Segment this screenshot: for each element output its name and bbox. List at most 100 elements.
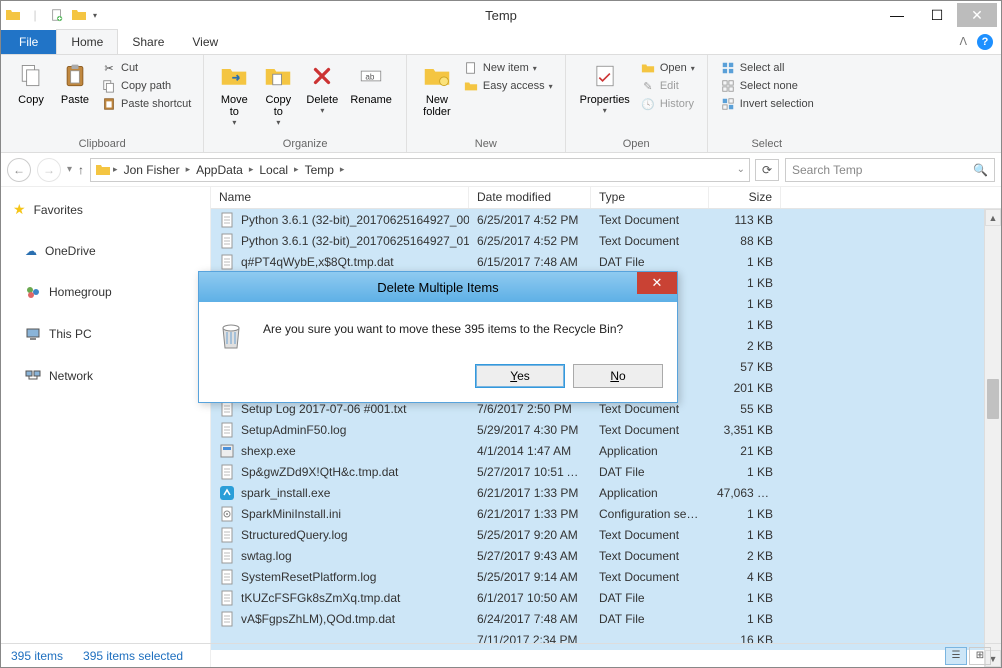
history-button: 🕓History [640, 96, 695, 112]
window-title: Temp [1, 8, 1001, 23]
invert-selection-icon [720, 96, 736, 112]
maximize-button[interactable]: ☐ [917, 3, 957, 27]
file-type: Text Document [591, 232, 709, 250]
qat-new-file-icon[interactable] [49, 7, 65, 23]
easy-access-icon [463, 78, 479, 94]
select-all-button[interactable]: Select all [720, 60, 814, 76]
table-row[interactable]: shexp.exe4/1/2014 1:47 AMApplication21 K… [211, 440, 1001, 461]
dialog-close-button[interactable]: ✕ [637, 272, 677, 294]
table-row[interactable]: Python 3.6.1 (32-bit)_20170625164927_01.… [211, 230, 1001, 251]
file-name: SparkMiniInstall.ini [241, 507, 341, 521]
file-name: SystemResetPlatform.log [241, 570, 376, 584]
scrollbar[interactable]: ▲ ▼ [984, 209, 1001, 667]
icons-view-button[interactable]: ⊞ [969, 647, 991, 665]
new-folder-button[interactable]: New folder [415, 58, 459, 136]
tab-view[interactable]: View [178, 30, 232, 54]
nav-this-pc[interactable]: This PC [1, 320, 210, 348]
recycle-bin-icon [213, 318, 249, 354]
paste-shortcut-button[interactable]: Paste shortcut [101, 96, 191, 112]
nav-favorites[interactable]: ★Favorites [1, 195, 210, 224]
column-name[interactable]: Name [211, 187, 469, 208]
back-button[interactable]: ← [7, 158, 31, 182]
table-row[interactable]: Sp&gwZDd9X!QtH&c.tmp.dat5/27/2017 10:51 … [211, 461, 1001, 482]
qat-folder-icon[interactable] [71, 7, 87, 23]
file-type [591, 638, 709, 642]
breadcrumb-dropdown-icon[interactable]: ⌄ [737, 164, 745, 175]
file-size: 88 KB [709, 232, 781, 250]
file-name: tKUZcFSFGk8sZmXq.tmp.dat [241, 591, 400, 605]
table-row[interactable]: SystemResetPlatform.log5/25/2017 9:14 AM… [211, 566, 1001, 587]
rename-button[interactable]: abRename [344, 58, 398, 136]
breadcrumb[interactable]: ▸ Jon Fisher▸ AppData▸ Local▸ Temp▸ ⌄ [90, 158, 750, 182]
breadcrumb-seg[interactable]: AppData [192, 163, 247, 177]
refresh-button[interactable]: ⟳ [755, 159, 779, 181]
column-date[interactable]: Date modified [469, 187, 591, 208]
minimize-button[interactable]: — [877, 3, 917, 27]
new-item-button[interactable]: New item ▾ [463, 60, 553, 76]
table-row[interactable]: StructuredQuery.log5/25/2017 9:20 AMText… [211, 524, 1001, 545]
recent-locations-icon[interactable]: ▾ [67, 164, 72, 175]
file-name: shexp.exe [241, 444, 296, 458]
file-size: 1 KB [709, 589, 781, 607]
delete-button[interactable]: Delete▾ [300, 58, 344, 136]
breadcrumb-seg[interactable]: Local [255, 163, 292, 177]
copy-button[interactable]: Copy [9, 58, 53, 136]
search-input[interactable]: Search Temp 🔍 [785, 158, 995, 182]
paste-button[interactable]: Paste [53, 58, 97, 136]
nav-onedrive[interactable]: ☁OneDrive [1, 238, 210, 264]
table-row[interactable]: q#PT4qWybE,x$8Qt.tmp.dat6/15/2017 7:48 A… [211, 251, 1001, 272]
dialog-yes-button[interactable]: Yes [475, 364, 565, 388]
column-size[interactable]: Size [709, 187, 781, 208]
move-to-button[interactable]: Move to▾ [212, 58, 256, 136]
scroll-thumb[interactable] [987, 379, 999, 419]
select-none-button[interactable]: Select none [720, 78, 814, 94]
dialog-title-bar[interactable]: Delete Multiple Items ✕ [199, 272, 677, 302]
nav-network[interactable]: Network [1, 362, 210, 390]
file-type: DAT File [591, 253, 709, 271]
breadcrumb-seg[interactable]: Temp [301, 163, 338, 177]
file-type: Text Document [591, 211, 709, 229]
file-date: 6/21/2017 1:33 PM [469, 505, 591, 523]
table-row[interactable]: SparkMiniInstall.ini6/21/2017 1:33 PMCon… [211, 503, 1001, 524]
file-icon [219, 527, 235, 543]
table-row[interactable]: swtag.log5/27/2017 9:43 AMText Document2… [211, 545, 1001, 566]
file-icon [219, 548, 235, 564]
details-view-button[interactable]: ☰ [945, 647, 967, 665]
cut-button[interactable]: ✂Cut [101, 60, 191, 76]
properties-icon [589, 60, 621, 92]
qat-dropdown-icon[interactable]: ▾ [93, 11, 97, 20]
homegroup-icon [25, 284, 41, 300]
up-button[interactable]: ↑ [78, 163, 84, 177]
open-button[interactable]: Open ▾ [640, 60, 695, 76]
file-name: spark_install.exe [241, 486, 330, 500]
folder-app-icon [5, 7, 21, 23]
column-type[interactable]: Type [591, 187, 709, 208]
dialog-no-button[interactable]: No [573, 364, 663, 388]
file-date: 6/15/2017 7:48 AM [469, 253, 591, 271]
close-button[interactable]: ✕ [957, 3, 997, 27]
collapse-ribbon-icon[interactable]: ᐱ [959, 35, 967, 48]
file-type: Text Document [591, 526, 709, 544]
tab-home[interactable]: Home [56, 29, 118, 54]
file-size: 2 KB [709, 337, 781, 355]
table-row[interactable]: spark_install.exe6/21/2017 1:33 PMApplic… [211, 482, 1001, 503]
table-row[interactable]: vA$FgpsZhLM),QOd.tmp.dat6/24/2017 7:48 A… [211, 608, 1001, 629]
easy-access-button[interactable]: Easy access ▾ [463, 78, 553, 94]
forward-button[interactable]: → [37, 158, 61, 182]
breadcrumb-seg[interactable]: Jon Fisher [120, 163, 184, 177]
copy-path-button[interactable]: Copy path [101, 78, 191, 94]
scroll-up-button[interactable]: ▲ [985, 209, 1001, 226]
file-icon [219, 464, 235, 480]
ribbon: Copy Paste ✂Cut Copy path Paste shortcut… [1, 55, 1001, 153]
help-icon[interactable]: ? [977, 34, 993, 50]
copy-to-button[interactable]: Copy to▾ [256, 58, 300, 136]
tab-share[interactable]: Share [118, 30, 178, 54]
table-row[interactable]: SetupAdminF50.log5/29/2017 4:30 PMText D… [211, 419, 1001, 440]
table-row[interactable]: tKUZcFSFGk8sZmXq.tmp.dat6/1/2017 10:50 A… [211, 587, 1001, 608]
nav-homegroup[interactable]: Homegroup [1, 278, 210, 306]
file-menu[interactable]: File [1, 30, 56, 54]
table-row[interactable]: Python 3.6.1 (32-bit)_20170625164927_00.… [211, 209, 1001, 230]
properties-button[interactable]: Properties▾ [574, 58, 636, 136]
invert-selection-button[interactable]: Invert selection [720, 96, 814, 112]
file-date: 4/1/2014 1:47 AM [469, 442, 591, 460]
